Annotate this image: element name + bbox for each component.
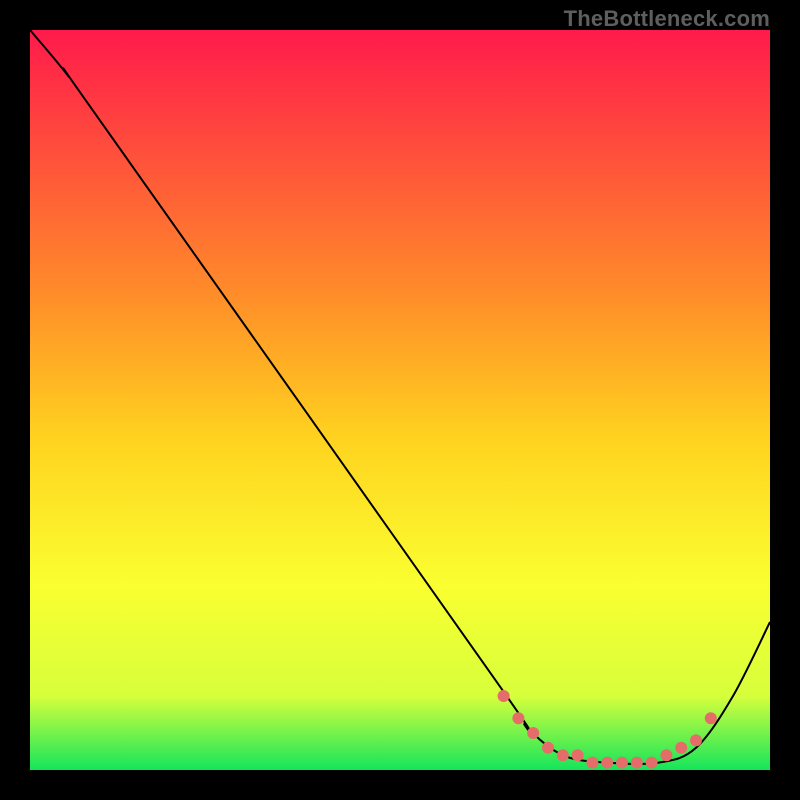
data-marker — [572, 749, 584, 761]
data-marker — [586, 757, 598, 769]
data-marker — [705, 712, 717, 724]
data-marker — [542, 742, 554, 754]
data-marker — [616, 757, 628, 769]
chart-plot — [30, 30, 770, 770]
chart-stage: TheBottleneck.com — [0, 0, 800, 800]
watermark-label: TheBottleneck.com — [564, 6, 770, 32]
data-marker — [527, 727, 539, 739]
data-marker — [631, 757, 643, 769]
gradient-rect — [30, 30, 770, 770]
data-marker — [512, 712, 524, 724]
data-marker — [646, 757, 658, 769]
data-marker — [557, 749, 569, 761]
data-marker — [675, 742, 687, 754]
data-marker — [498, 690, 510, 702]
data-marker — [660, 749, 672, 761]
data-marker — [690, 734, 702, 746]
data-marker — [601, 757, 613, 769]
